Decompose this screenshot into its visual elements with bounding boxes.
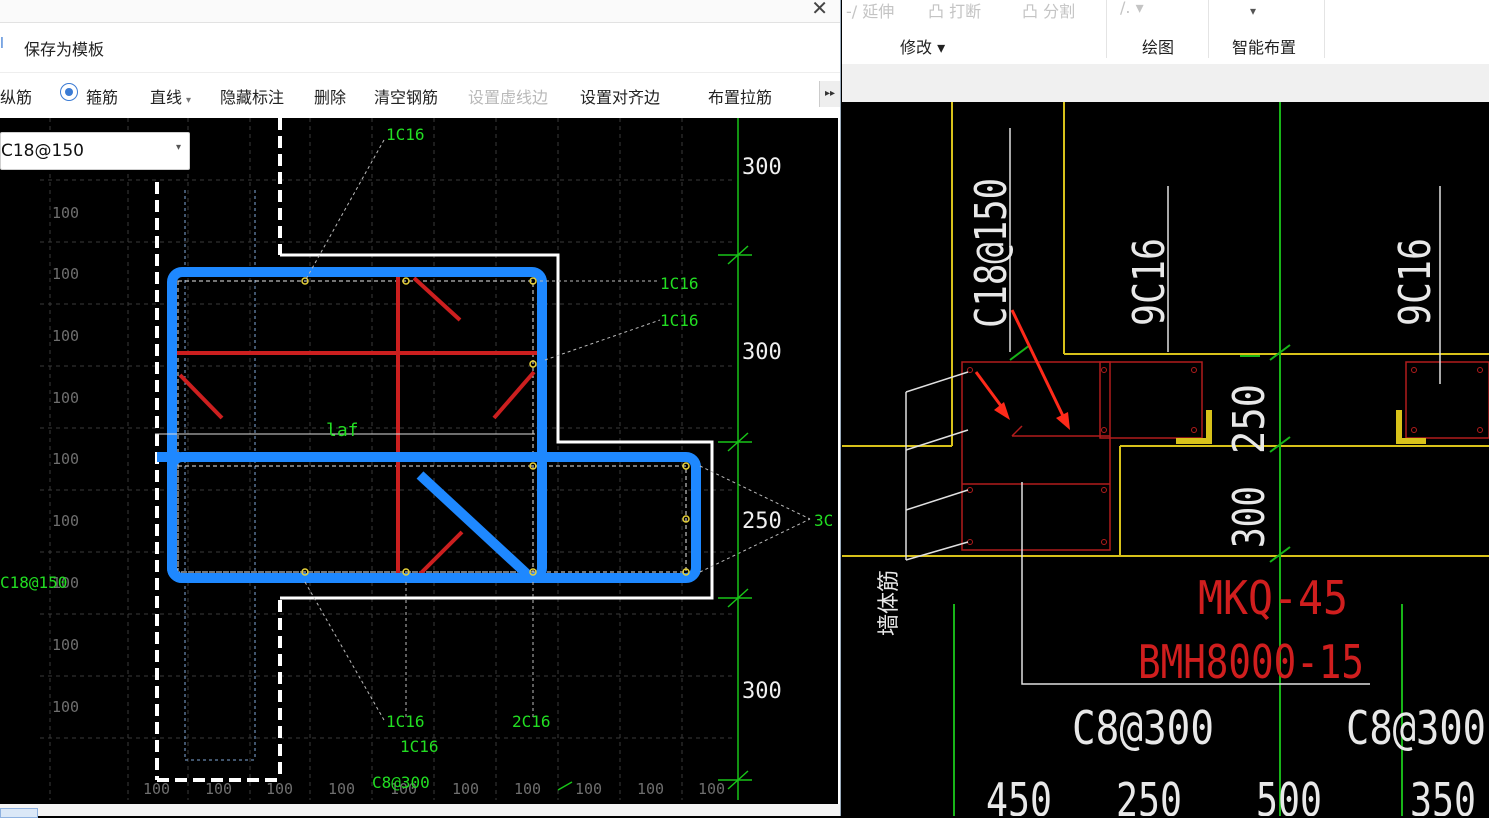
chevron-down-icon: ▾ <box>186 95 192 106</box>
dim-label: 300 <box>742 679 782 704</box>
stirrup-radio[interactable] <box>60 83 78 101</box>
draw-group-label: 绘图 <box>1142 38 1175 57</box>
bottom-dim: 450 <box>986 773 1052 816</box>
rebar-editor-dialog: ✕ l 保存为模板 纵筋 箍筋 直线 ▾ 隐藏标注 删除 清空钢筋 设置虚线边 设… <box>0 0 841 818</box>
dimension-label: 250 <box>1224 384 1275 454</box>
annotation: 1C16 <box>386 125 425 144</box>
bottom-dim: 350 <box>1410 773 1476 816</box>
grid-label: 100 <box>52 389 79 407</box>
extend-tool[interactable]: -/ 延伸 <box>846 0 894 22</box>
save-as-template-button[interactable]: 保存为模板 <box>24 36 104 60</box>
annotation: laf <box>326 420 359 441</box>
bottom-dim: 250 <box>1116 773 1182 816</box>
grid-label: 100 <box>637 780 664 798</box>
dim-label: 300 <box>742 155 782 180</box>
place-tie-bar-button[interactable]: 布置拉筋 <box>708 84 772 108</box>
rebar-spec-value: C18@150 <box>1 141 84 161</box>
dialog-title-bar: ✕ <box>0 0 840 23</box>
grid-label: 100 <box>328 780 355 798</box>
wall-marks: MKQ-45 BMH8000-15 <box>1138 571 1364 689</box>
grid-labels-left: 100 100 100 100 100 100 100 100 100 <box>52 204 79 716</box>
column-bar-label: 9C16 <box>1124 238 1175 326</box>
annotation: C18@150 <box>0 573 67 592</box>
edge-glyph: l <box>0 36 4 52</box>
grid-label: 100 <box>514 780 541 798</box>
dialog-status-strip <box>0 804 840 818</box>
grid-label: 100 <box>52 698 79 716</box>
grid-label: 100 <box>266 780 293 798</box>
wall-mark: MKQ-45 <box>1198 571 1348 625</box>
annotation: 1C16 <box>386 712 425 731</box>
wall-mark: BMH8000-15 <box>1138 635 1364 689</box>
clear-rebar-button[interactable]: 清空钢筋 <box>374 84 438 108</box>
break-tool[interactable]: 凸 打断 <box>928 0 981 22</box>
section-edit-canvas[interactable]: 100 100 100 100 100 100 100 100 100 100 … <box>0 118 838 804</box>
hide-annotation-button[interactable]: 隐藏标注 <box>220 84 284 108</box>
line-mode-label: 直线 <box>150 88 183 107</box>
wall-rebar-label: 墙体筋 <box>877 570 902 636</box>
cad-drawing: C18@150 9C16 9C16 250 300 墙体筋 MKQ-45 BMH… <box>842 102 1489 816</box>
set-dashed-edge-button[interactable]: 设置虚线边 <box>468 84 548 108</box>
dimension-labels: 300 300 250 300 <box>742 155 782 704</box>
line-mode-dropdown[interactable]: 直线 ▾ <box>150 84 191 108</box>
spec-labels: C8@300 C8@300 450 250 500 350 <box>986 701 1486 816</box>
column-spec-label: C18@150 <box>966 178 1017 328</box>
annotation: C8@300 <box>372 773 430 792</box>
spec-label: C8@300 <box>1072 701 1214 755</box>
spec-label: C8@300 <box>1346 701 1486 755</box>
dimension-label: 300 <box>1224 486 1275 548</box>
ribbon-toolbar: -/ 延伸 凸 打断 凸 分割 /. ▾ ▾ 修改 ▾ 绘图 智能布置 <box>842 0 1489 65</box>
grid-label: 100 <box>143 780 170 798</box>
column-bar-label: 9C16 <box>1390 238 1441 326</box>
dim-label: 300 <box>742 340 782 365</box>
cad-drawing-canvas[interactable]: C18@150 9C16 9C16 250 300 墙体筋 MKQ-45 BMH… <box>842 102 1489 816</box>
chevron-down-icon[interactable]: ▾ <box>1250 4 1256 18</box>
chevron-down-icon: ▾ <box>175 142 181 153</box>
section-drawing: 100 100 100 100 100 100 100 100 100 100 … <box>0 118 833 800</box>
ribbon-separator <box>1324 0 1325 58</box>
ribbon-separator <box>1106 0 1107 58</box>
cover-outline <box>177 280 687 573</box>
modify-group-label[interactable]: 修改 ▾ <box>900 34 945 58</box>
grid-label: 100 <box>52 450 79 468</box>
bottom-dim: 500 <box>1256 773 1322 816</box>
toolbar-overflow-button[interactable]: ▸▸ <box>819 81 840 107</box>
corner-bars <box>301 277 690 576</box>
set-align-edge-button[interactable]: 设置对齐边 <box>580 84 660 108</box>
stirrup-rebars <box>157 267 701 583</box>
grid-label: 100 <box>575 780 602 798</box>
annotation: 2C16 <box>512 712 551 731</box>
annotation: 1C16 <box>660 274 699 293</box>
annotation: 1C16 <box>400 737 439 756</box>
grid-label: 100 <box>52 636 79 654</box>
grid-label: 100 <box>52 265 79 283</box>
grid-label: 100 <box>52 512 79 530</box>
end-marks <box>1176 410 1426 444</box>
smart-layout-group-label: 智能布置 <box>1232 38 1297 57</box>
close-icon[interactable]: ✕ <box>811 0 828 20</box>
delete-button[interactable]: 删除 <box>314 84 346 108</box>
rebar-spec-select[interactable]: C18@150 ▾ <box>0 132 190 170</box>
grid-label: 100 <box>205 780 232 798</box>
split-tool[interactable]: 凸 分割 <box>1022 0 1075 22</box>
grid-label: 100 <box>452 780 479 798</box>
grid-label: 100 <box>698 780 725 798</box>
annotation: 3C <box>814 511 833 530</box>
bottom-tab[interactable] <box>0 808 38 818</box>
grid-label: 100 <box>52 327 79 345</box>
grid-label: 100 <box>52 204 79 222</box>
ribbon-separator <box>1208 0 1209 58</box>
stirrup-radio-label[interactable]: 箍筋 <box>86 84 118 108</box>
draw-dropdown[interactable]: /. ▾ <box>1120 0 1144 17</box>
template-row: l 保存为模板 <box>0 28 840 64</box>
longitudinal-rebar-option[interactable]: 纵筋 <box>0 84 32 108</box>
rebar-toolbar: 纵筋 箍筋 直线 ▾ 隐藏标注 删除 清空钢筋 设置虚线边 设置对齐边 布置拉筋 … <box>0 72 840 117</box>
dim-label: 250 <box>742 509 782 534</box>
ribbon-gap <box>842 64 1489 102</box>
annotation: 1C16 <box>660 311 699 330</box>
wall-lines <box>842 102 1489 557</box>
